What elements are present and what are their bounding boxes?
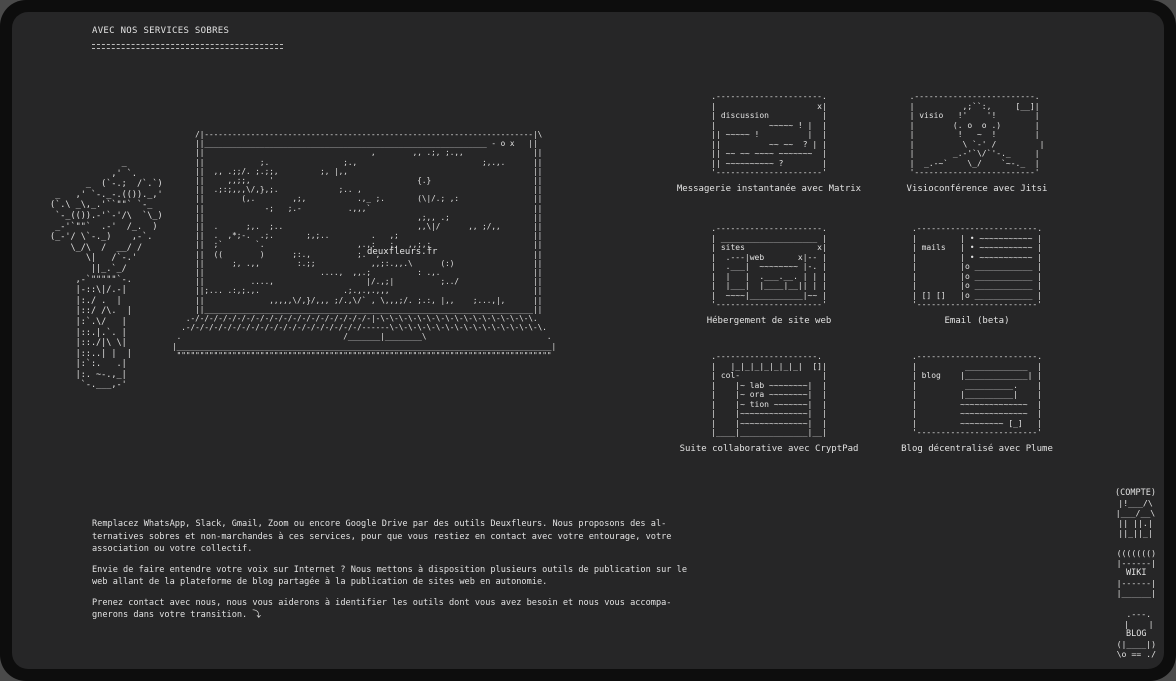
service-cryptpad[interactable]: .---------------------. | |_|_|_|_|_|_|_… bbox=[669, 352, 869, 454]
mail-list-icon: .-------------------------. | | • ~~~~~~… bbox=[911, 224, 1043, 309]
flower-vase-ascii-art: _ ,' `. _ (`-.; /`.`) _ ,' `-._-.(())._,… bbox=[50, 158, 163, 391]
blog-label: BLOG bbox=[1126, 629, 1147, 639]
laptop-screen-url: deuxfleurs.fr bbox=[367, 247, 438, 257]
wiki-label: WIKI bbox=[1126, 568, 1147, 578]
house-icon: |!___/\ |___/__\ || ||.| ||_||_| bbox=[1115, 498, 1156, 538]
video-call-icon: .-------------------------. | ,;``:, [__… bbox=[909, 92, 1045, 177]
website-icon: .----------------------. | _____________… bbox=[711, 224, 827, 309]
service-email[interactable]: .-------------------------. | | • ~~~~~~… bbox=[887, 224, 1067, 326]
account-label: (COMPTE) bbox=[1115, 488, 1156, 498]
service-label: Messagerie instantanée avec Matrix bbox=[676, 184, 862, 194]
chat-window-icon: .----------------------. | x| | discussi… bbox=[711, 92, 827, 177]
device-frame: AVEC NOS SERVICES SOBRES _ ,' `. _ (`-.;… bbox=[0, 0, 1176, 681]
blog-bottom-icon: (|____|) \o == ./ bbox=[1116, 639, 1156, 659]
service-label: Suite collaborative avec CryptPad bbox=[679, 444, 859, 454]
description-paragraph: Prenez contact avec nous, nous vous aide… bbox=[92, 597, 672, 621]
title-underline bbox=[92, 44, 283, 49]
page: AVEC NOS SERVICES SOBRES _ ,' `. _ (`-.;… bbox=[12, 12, 1164, 669]
service-matrix[interactable]: .----------------------. | x| | discussi… bbox=[669, 92, 869, 194]
service-label: Hébergement de site web bbox=[706, 316, 832, 326]
service-label: Blog décentralisé avec Plume bbox=[901, 444, 1053, 454]
service-label: Email (beta) bbox=[944, 316, 1010, 326]
account-link[interactable]: (COMPTE) |!___/\ |___/__\ || ||.| ||_||_… bbox=[1115, 488, 1156, 538]
page-title: AVEC NOS SERVICES SOBRES bbox=[92, 26, 230, 36]
description-paragraph: Remplacez WhatsApp, Slack, Gmail, Zoom o… bbox=[92, 519, 672, 554]
service-plume[interactable]: .-------------------------. | __________… bbox=[887, 352, 1067, 454]
description-paragraph: Envie de faire entendre votre voix sur I… bbox=[92, 564, 687, 588]
service-web-hosting[interactable]: .----------------------. | _____________… bbox=[669, 224, 869, 326]
laptop-ascii-art: /|--------------------------------------… bbox=[172, 130, 557, 360]
blog-top-icon: .---. | | bbox=[1123, 609, 1154, 629]
blog-link[interactable]: .---. | | BLOG (|____|) \o == ./ bbox=[1117, 609, 1156, 659]
wiki-link[interactable]: ((((((() |------| WIKI |------| |______| bbox=[1117, 548, 1156, 598]
service-label: Visioconférence avec Jitsi bbox=[906, 184, 1048, 194]
collab-document-icon: .---------------------. | |_|_|_|_|_|_|_… bbox=[711, 352, 827, 437]
book-icon: ((((((() |------| bbox=[1116, 548, 1156, 568]
book-bottom-icon: |------| |______| bbox=[1116, 578, 1156, 598]
blog-page-icon: .-------------------------. | __________… bbox=[911, 352, 1043, 437]
service-jitsi[interactable]: .-------------------------. | ,;``:, [__… bbox=[887, 92, 1067, 194]
description: Remplacez WhatsApp, Slack, Gmail, Zoom o… bbox=[92, 518, 692, 630]
